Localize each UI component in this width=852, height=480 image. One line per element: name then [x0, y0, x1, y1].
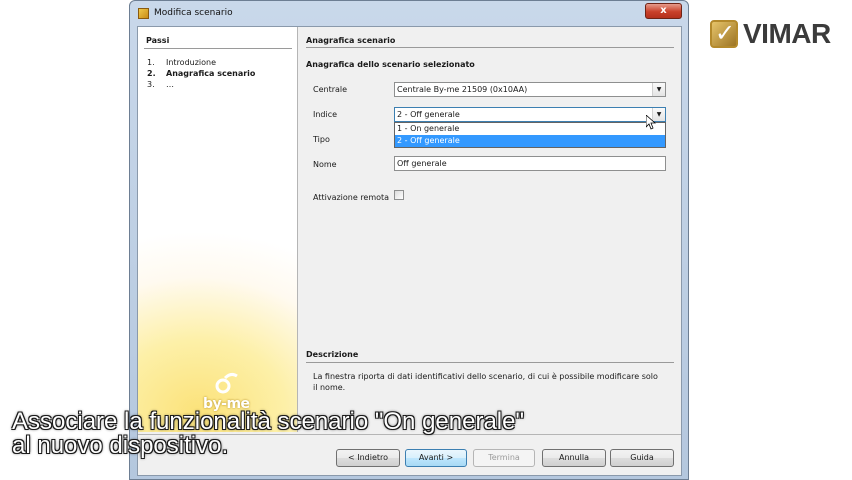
step-number: 3.: [147, 80, 155, 89]
centrale-label: Centrale: [313, 85, 348, 94]
step-number: 2.: [147, 69, 156, 78]
description-title: Descrizione: [306, 350, 359, 359]
video-caption: Associare la funzionalità scenario "On g…: [12, 410, 632, 458]
sub-title: Anagrafica dello scenario selezionato: [306, 60, 475, 69]
caption-line-1: Associare la funzionalità scenario "On g…: [12, 408, 524, 435]
tipo-label: Tipo: [313, 135, 330, 144]
step-item-3: 3. …: [147, 80, 174, 89]
attivazione-remota-label: Attivazione remota: [313, 193, 390, 202]
section-title: Anagrafica scenario: [306, 36, 396, 45]
vimar-wordmark: VIMAR: [743, 18, 831, 49]
title-bar[interactable]: Modifica scenario x: [130, 1, 688, 25]
dropdown-option-on-generale[interactable]: 1 - On generale: [395, 123, 665, 135]
centrale-select[interactable]: Centrale By-me 21509 (0x10AA) ▼: [394, 82, 666, 97]
steps-title: Passi: [146, 36, 170, 45]
description-divider: [306, 362, 674, 363]
chevron-down-icon[interactable]: ▼: [652, 83, 665, 96]
step-label: Introduzione: [166, 58, 217, 67]
vimar-check-icon: [710, 19, 738, 48]
mouse-cursor-icon: [646, 115, 656, 130]
app-icon: [138, 8, 149, 19]
indice-select[interactable]: 2 - Off generale ▼: [394, 107, 666, 122]
dropdown-option-off-generale[interactable]: 2 - Off generale: [395, 135, 665, 147]
step-item-1: 1. Introduzione: [147, 58, 216, 67]
step-item-2: 2. Anagrafica scenario: [147, 69, 255, 78]
byme-symbol-icon: [215, 372, 238, 394]
attivazione-remota-checkbox[interactable]: [394, 190, 404, 200]
indice-dropdown-list: 1 - On generale 2 - Off generale: [394, 122, 666, 148]
steps-panel: Passi 1. Introduzione 2. Anagrafica scenar…: [138, 27, 298, 432]
vimar-logo: VIMAR: [710, 18, 840, 52]
close-button[interactable]: x: [645, 3, 682, 19]
indice-value: 2 - Off generale: [397, 110, 460, 119]
caption-line-2: al nuovo dispositivo.: [12, 432, 229, 459]
nome-label: Nome: [313, 160, 337, 169]
centrale-value: Centrale By-me 21509 (0x10AA): [397, 85, 528, 94]
nome-input[interactable]: Off generale: [394, 156, 666, 171]
window-title: Modifica scenario: [154, 8, 233, 18]
section-divider: [306, 47, 674, 48]
step-number: 1.: [147, 58, 155, 67]
step-label: Anagrafica scenario: [166, 69, 256, 78]
step-label: …: [166, 80, 174, 89]
content-panel: Anagrafica scenario Anagrafica dello sce…: [306, 27, 676, 432]
description-text: La finestra riporta di dati identificati…: [313, 372, 658, 392]
indice-label: Indice: [313, 110, 338, 119]
steps-divider: [144, 48, 292, 49]
